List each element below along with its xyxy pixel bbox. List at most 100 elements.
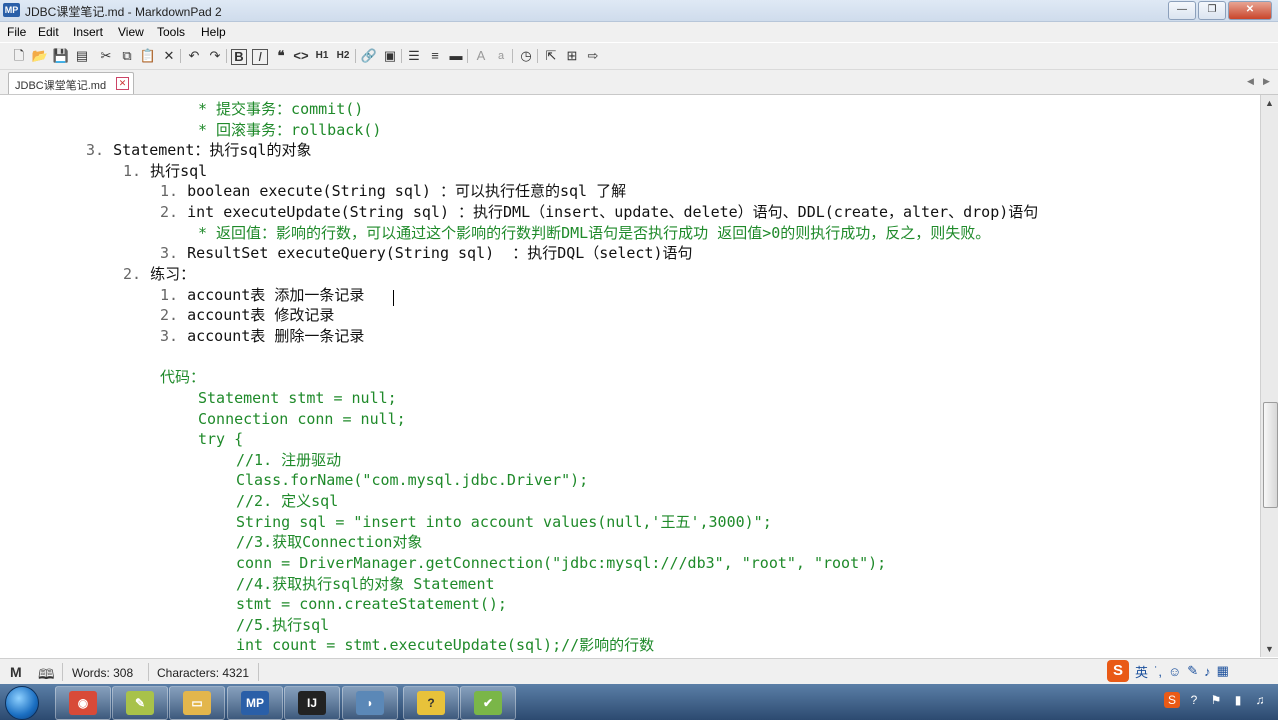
- unordered-list-icon[interactable]: ☰: [405, 47, 423, 65]
- taskbar-app-notepad[interactable]: ✎: [112, 686, 168, 720]
- taskbar-app-intellij[interactable]: IJ: [284, 686, 340, 720]
- editor-line: 2. int executeUpdate(String sql) ：执行DML（…: [160, 203, 1039, 221]
- font-larger-icon[interactable]: A: [472, 47, 490, 65]
- scroll-up-icon[interactable]: ▲: [1265, 98, 1274, 108]
- status-separator: [258, 663, 259, 681]
- timestamp-icon[interactable]: ◷: [517, 47, 535, 65]
- italic-icon[interactable]: I: [252, 49, 268, 65]
- copy-icon[interactable]: ⧉: [118, 47, 136, 65]
- tab-jdbc-notes[interactable]: JDBC课堂笔记.md ✕: [8, 72, 134, 94]
- quote-icon[interactable]: ❝: [272, 47, 290, 65]
- editor-line: 2. account表 修改记录: [160, 306, 335, 324]
- new-file-icon[interactable]: 🗋: [10, 47, 28, 65]
- text-cursor: [393, 290, 394, 306]
- window-controls: — ❐ ✕: [1168, 1, 1272, 20]
- punctuation-toggle[interactable]: ˙,: [1154, 664, 1162, 679]
- menu-view[interactable]: View: [118, 25, 144, 39]
- font-smaller-icon[interactable]: a: [492, 47, 510, 65]
- microphone-icon[interactable]: ♪: [1204, 664, 1211, 679]
- window-title: JDBC课堂笔记.md - MarkdownPad 2: [25, 5, 222, 19]
- editor-line: String sql = "insert into account values…: [236, 513, 772, 531]
- maximize-button[interactable]: ❐: [1198, 1, 1226, 20]
- word-count: Words: 308: [72, 666, 134, 680]
- h1-icon[interactable]: H1: [313, 47, 331, 65]
- split-view-icon[interactable]: ⊞: [563, 47, 581, 65]
- editor-line: Statement stmt = null;: [198, 389, 397, 407]
- taskbar-app-help[interactable]: ?: [403, 686, 459, 720]
- menu-tools[interactable]: Tools: [157, 25, 185, 39]
- taskbar-app-chrome[interactable]: ◉: [55, 686, 111, 720]
- toolbar-separator: [467, 49, 468, 63]
- link-icon[interactable]: 🔗: [360, 47, 378, 65]
- editor-line: int count = stmt.executeUpdate(sql);//影响…: [236, 636, 655, 654]
- menu-help[interactable]: Help: [201, 25, 226, 39]
- redo-icon[interactable]: ↷: [206, 47, 224, 65]
- volume-tray-icon[interactable]: ♫: [1252, 692, 1268, 708]
- dolphin-icon: ◗: [356, 691, 384, 715]
- editor-area[interactable]: * 提交事务：commit() * 回滚事务：rollback() 3. Sta…: [0, 95, 1260, 657]
- h2-icon[interactable]: H2: [334, 47, 352, 65]
- save-all-icon[interactable]: ▤: [73, 47, 91, 65]
- status-separator: [148, 663, 149, 681]
- tab-label: JDBC课堂笔记.md: [15, 80, 107, 92]
- status-bar: M 🕮 Words: 308 Characters: 4321: [0, 658, 1278, 685]
- editor-line: 1. 执行sql: [123, 162, 208, 180]
- status-separator: [62, 663, 63, 681]
- sogou-logo-icon[interactable]: S: [1107, 660, 1129, 682]
- emoji-icon[interactable]: ☺: [1168, 664, 1181, 679]
- delete-icon[interactable]: ✕: [160, 47, 178, 65]
- editor-line: 3. account表 删除一条记录: [160, 327, 365, 345]
- skin-icon[interactable]: ✎: [1187, 663, 1198, 679]
- markdown-icon[interactable]: M: [10, 664, 22, 680]
- menu-file[interactable]: File: [7, 25, 26, 39]
- bold-icon[interactable]: B: [231, 49, 247, 65]
- paste-icon[interactable]: 📋: [139, 47, 157, 65]
- toolbar-separator: [537, 49, 538, 63]
- flag-tray-icon[interactable]: ⚑: [1208, 692, 1224, 708]
- open-folder-icon[interactable]: 📂: [31, 47, 49, 65]
- notepad-icon: ✎: [126, 691, 154, 715]
- toolbox-icon[interactable]: ▦: [1217, 663, 1229, 679]
- cut-icon[interactable]: ✂: [97, 47, 115, 65]
- close-button[interactable]: ✕: [1228, 1, 1272, 20]
- network-tray-icon[interactable]: ▮: [1230, 692, 1246, 708]
- app-icon[interactable]: MP: [3, 3, 20, 17]
- editor-line: * 提交事务：commit(): [198, 100, 364, 118]
- scroll-down-icon[interactable]: ▼: [1265, 644, 1274, 654]
- toolbar-separator: [226, 49, 227, 63]
- vertical-scrollbar[interactable]: ▲ ▼: [1260, 95, 1278, 657]
- preview-icon[interactable]: ⇱: [542, 47, 560, 65]
- tab-scroll-right-icon[interactable]: ▶: [1263, 76, 1270, 87]
- undo-icon[interactable]: ↶: [185, 47, 203, 65]
- editor-line: 3. ResultSet executeQuery(String sql) ：执…: [160, 244, 693, 262]
- menu-insert[interactable]: Insert: [73, 25, 103, 39]
- code-icon[interactable]: <>: [292, 47, 310, 65]
- taskbar-app-mysql[interactable]: ◗: [342, 686, 398, 720]
- language-toggle[interactable]: 英: [1135, 662, 1148, 681]
- ime-toolbar: S 英 ˙, ☺ ✎ ♪ ▦: [1103, 658, 1278, 684]
- image-icon[interactable]: ▣: [381, 47, 399, 65]
- export-icon[interactable]: ⇨: [584, 47, 602, 65]
- editor-line: //3.获取Connection对象: [236, 533, 423, 551]
- sogou-tray-icon[interactable]: S: [1164, 692, 1180, 708]
- editor-line: try {: [198, 430, 244, 448]
- tab-close-icon[interactable]: ✕: [116, 77, 129, 90]
- save-icon[interactable]: 💾: [52, 47, 70, 65]
- minimize-button[interactable]: —: [1168, 1, 1196, 20]
- taskbar-app-explorer[interactable]: ▭: [169, 686, 225, 720]
- toolbar-separator: [355, 49, 356, 63]
- taskbar-app-chart-tool[interactable]: ✔: [460, 686, 516, 720]
- start-button[interactable]: [5, 686, 39, 720]
- help-tray-icon[interactable]: ?: [1186, 692, 1202, 708]
- horizontal-rule-icon[interactable]: ▬: [447, 47, 465, 65]
- intellij-icon: IJ: [298, 691, 326, 715]
- tab-scroll-left-icon[interactable]: ◀: [1247, 76, 1254, 87]
- chart-icon: ✔: [474, 691, 502, 715]
- taskbar-app-markdownpad[interactable]: MP: [227, 686, 283, 720]
- editor-line: 3. Statement：执行sql的对象: [86, 141, 312, 159]
- system-tray: S ? ⚑ ▮ ♫: [1164, 692, 1268, 708]
- ordered-list-icon[interactable]: ≡: [426, 47, 444, 65]
- folder-icon: ▭: [183, 691, 211, 715]
- scrollbar-thumb[interactable]: [1263, 402, 1278, 508]
- menu-edit[interactable]: Edit: [38, 25, 59, 39]
